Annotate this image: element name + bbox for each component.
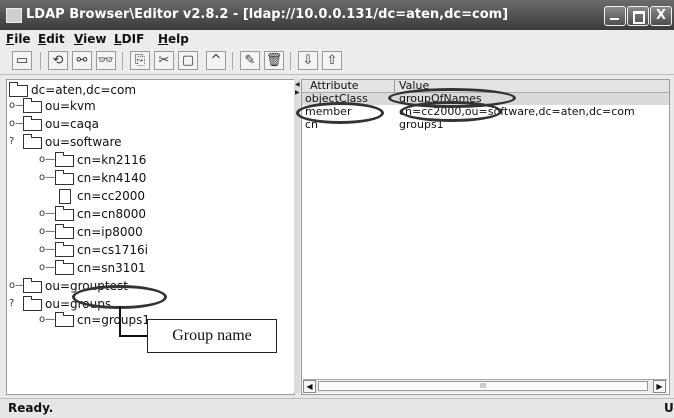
- maximize-icon: [633, 11, 645, 24]
- menu-file[interactable]: File: [6, 32, 31, 46]
- ldap-browser-window: LDAP Browser\Editor v2.8.2 - [ldap://10.…: [0, 0, 674, 418]
- status-indicator: U: [664, 401, 674, 415]
- folder-icon: [55, 312, 74, 327]
- menu-bar: File Edit View LDIF Help: [0, 30, 674, 48]
- title-bar[interactable]: LDAP Browser\Editor v2.8.2 - [ldap://10.…: [0, 0, 674, 30]
- value-column-header[interactable]: Value: [399, 80, 429, 92]
- folder-icon: [23, 116, 42, 131]
- folder-icon: [55, 170, 74, 185]
- delete-icon[interactable]: 🗑: [264, 51, 284, 70]
- scroll-right-icon[interactable]: ▶: [653, 380, 666, 393]
- tree-node-kn4140[interactable]: o— cn=kn4140: [9, 170, 209, 186]
- tree-node-cs1716i[interactable]: o— cn=cs1716i: [9, 242, 209, 258]
- app-icon: [6, 8, 22, 23]
- attribute-table[interactable]: Attribute Value objectClass groupOfNames…: [301, 79, 670, 395]
- scroll-left-icon[interactable]: ◀: [303, 380, 316, 393]
- attribute-cell: objectClass: [305, 92, 368, 105]
- folder-icon: [55, 152, 74, 167]
- expand-toggle-icon[interactable]: o—: [39, 224, 55, 240]
- disconnect-icon[interactable]: ⚯: [72, 51, 92, 70]
- column-divider[interactable]: [394, 80, 395, 92]
- tree-node-cc2000[interactable]: cn=cc2000: [9, 188, 209, 204]
- folder-icon: [55, 206, 74, 221]
- folder-icon: [55, 242, 74, 257]
- collapse-toggle-icon[interactable]: ?: [9, 134, 21, 150]
- search-icon[interactable]: 👓: [96, 51, 116, 70]
- table-row[interactable]: member cn=cc2000,ou=software,dc=aten,dc=…: [302, 106, 669, 118]
- expand-toggle-icon[interactable]: o—: [39, 170, 55, 186]
- minimize-button[interactable]: [604, 6, 626, 26]
- expand-toggle-icon[interactable]: o—: [9, 116, 25, 132]
- tree-node-root[interactable]: dc=aten,dc=com: [9, 82, 209, 98]
- tree-node-kvm[interactable]: o— ou=kvm: [9, 98, 209, 114]
- tree-node-caqa[interactable]: o— ou=caqa: [9, 116, 209, 132]
- tree-node-grouptest[interactable]: o— ou=grouptest: [9, 278, 209, 294]
- menu-edit[interactable]: Edit: [38, 32, 65, 46]
- tree-node-sn3101[interactable]: o— cn=sn3101: [9, 260, 209, 276]
- splitter-right-arrow-icon[interactable]: ▶: [295, 89, 300, 96]
- menu-view[interactable]: View: [74, 32, 106, 46]
- expand-toggle-icon[interactable]: o—: [9, 278, 25, 294]
- paste-icon[interactable]: ▢: [178, 51, 198, 70]
- toolbar-separator: [40, 52, 41, 70]
- attribute-cell: cn: [305, 118, 319, 131]
- window-title: LDAP Browser\Editor v2.8.2 - [ldap://10.…: [26, 7, 509, 22]
- edit-icon[interactable]: ✎: [240, 51, 260, 70]
- collapse-toggle-icon[interactable]: ?: [9, 296, 21, 312]
- close-button[interactable]: X: [650, 6, 672, 26]
- expand-toggle-icon[interactable]: o—: [9, 98, 25, 114]
- connect-icon[interactable]: ▭: [12, 51, 32, 70]
- scroll-thumb[interactable]: III: [318, 381, 648, 391]
- horizontal-scrollbar[interactable]: ◀ III ▶: [303, 379, 667, 393]
- value-cell: cn=cc2000,ou=software,dc=aten,dc=com: [399, 105, 635, 118]
- maximize-button[interactable]: [627, 6, 649, 26]
- tree-node-groups[interactable]: ? ou=groups: [9, 296, 209, 312]
- table-row[interactable]: objectClass groupOfNames: [302, 93, 669, 105]
- cut-icon[interactable]: ✂: [154, 51, 174, 70]
- file-icon: [59, 189, 71, 204]
- status-text: Ready.: [8, 401, 54, 415]
- tree-node-software[interactable]: ? ou=software: [9, 134, 209, 150]
- splitter-left-arrow-icon[interactable]: ◀: [295, 81, 300, 88]
- callout-line: [119, 335, 147, 337]
- toolbar: ▭ ⟲ ⚯ 👓 ⎘ ✂ ▢ ^ ✎ 🗑 ⇩ ⇧: [0, 48, 674, 75]
- panel-splitter[interactable]: ◀ ▶: [294, 79, 300, 393]
- group-name-callout: Group name: [147, 319, 277, 353]
- folder-icon: [55, 260, 74, 275]
- menu-help[interactable]: Help: [158, 32, 189, 46]
- folder-icon: [9, 82, 28, 97]
- status-bar: Ready. U: [0, 398, 674, 418]
- tree-node-kn2116[interactable]: o— cn=kn2116: [9, 152, 209, 168]
- expand-toggle-icon[interactable]: o—: [39, 260, 55, 276]
- folder-icon: [23, 134, 42, 149]
- menu-ldif[interactable]: LDIF: [114, 32, 144, 46]
- value-cell: groups1: [399, 118, 444, 131]
- tree-node-cn8000[interactable]: o— cn=cn8000: [9, 206, 209, 222]
- attribute-cell: member: [305, 105, 352, 118]
- export-icon[interactable]: ⇩: [298, 51, 318, 70]
- tree-node-ip8000[interactable]: o— cn=ip8000: [9, 224, 209, 240]
- expand-toggle-icon[interactable]: o—: [39, 242, 55, 258]
- toolbar-separator: [290, 52, 291, 70]
- toolbar-separator: [232, 52, 233, 70]
- copy-icon[interactable]: ⎘: [130, 51, 150, 70]
- minimize-icon: [610, 18, 619, 20]
- expand-toggle-icon[interactable]: o—: [39, 152, 55, 168]
- folder-icon: [23, 296, 42, 311]
- move-up-icon[interactable]: ^: [206, 51, 226, 70]
- folder-icon: [55, 224, 74, 239]
- expand-toggle-icon[interactable]: o—: [39, 206, 55, 222]
- value-cell: groupOfNames: [399, 92, 482, 105]
- table-row[interactable]: cn groups1: [302, 119, 669, 131]
- expand-toggle-icon[interactable]: o—: [39, 312, 55, 328]
- folder-icon: [23, 98, 42, 113]
- toolbar-separator: [122, 52, 123, 70]
- callout-line: [119, 306, 121, 336]
- reconnect-icon[interactable]: ⟲: [48, 51, 68, 70]
- import-icon[interactable]: ⇧: [322, 51, 342, 70]
- attribute-column-header[interactable]: Attribute: [310, 80, 359, 92]
- folder-icon: [23, 278, 42, 293]
